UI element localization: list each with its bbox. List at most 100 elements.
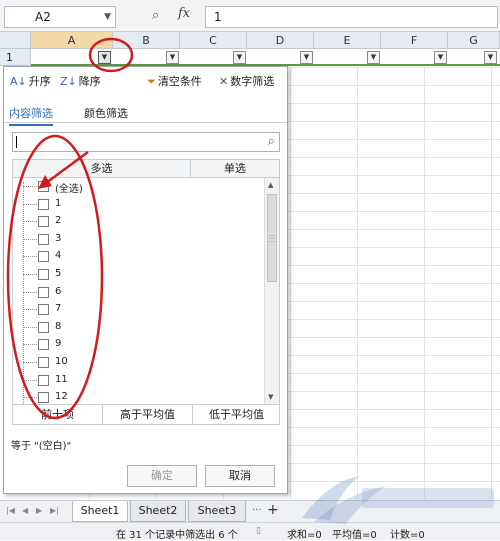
add-sheet-icon[interactable]: + <box>267 502 279 518</box>
column-header-b[interactable]: B <box>113 32 180 49</box>
checkbox[interactable] <box>38 216 49 228</box>
list-item-label: 5 <box>55 268 62 279</box>
list-item[interactable]: 6 <box>13 284 263 302</box>
filter-button-f[interactable]: ▼ <box>434 51 447 64</box>
number-filter-label: 数字筛选 <box>230 75 275 88</box>
average-status: 平均值=0 <box>332 530 377 541</box>
list-item[interactable]: 7 <box>13 301 263 319</box>
list-item[interactable]: 5 <box>13 266 263 284</box>
column-header-c[interactable]: C <box>180 32 247 49</box>
checkbox[interactable] <box>38 304 49 316</box>
list-item-label: 1 <box>55 197 62 209</box>
magnifier-icon[interactable]: ⌕ <box>152 8 159 23</box>
next-sheet-icon[interactable]: ▶ <box>36 506 42 515</box>
list-item[interactable]: 1 <box>13 196 263 214</box>
list-item[interactable]: 8 <box>13 319 263 337</box>
list-item-label: 11 <box>55 373 68 385</box>
single-select-column[interactable]: 单选 <box>191 160 279 177</box>
list-item[interactable]: 3 <box>13 231 263 249</box>
multi-select-column[interactable]: 多选 <box>13 160 191 177</box>
condition-summary: 等于 "(空白)" <box>11 441 72 452</box>
checkbox[interactable] <box>38 269 49 280</box>
row-header-1[interactable]: 1 <box>0 49 31 66</box>
list-item[interactable]: 9 <box>13 336 263 354</box>
more-sheets-icon[interactable]: ··· <box>252 505 262 516</box>
filter-button-g[interactable]: ▼ <box>484 51 497 64</box>
checkbox[interactable] <box>38 374 49 386</box>
checkbox[interactable] <box>38 181 49 192</box>
clear-filter-button[interactable]: ⏷ 清空条件 <box>147 73 202 89</box>
list-item[interactable]: 4 <box>13 248 263 266</box>
filter-status: 在 31 个记录中筛选出 6 个 <box>116 530 238 541</box>
list-item-label: 3 <box>55 232 62 244</box>
column-header-e[interactable]: E <box>314 32 381 49</box>
sheet-tab-sheet1[interactable]: Sheet1 <box>72 501 128 522</box>
grip-icon: — — — <box>269 232 275 245</box>
sum-status: 求和=0 <box>287 530 322 541</box>
search-icon[interactable]: ⌕ <box>268 134 275 149</box>
formula-value: 1 <box>214 10 222 24</box>
list-item[interactable]: 12 <box>13 389 263 404</box>
list-item-select-all[interactable]: (全选) <box>13 178 263 196</box>
clear-filter-label: 清空条件 <box>157 75 202 88</box>
checkbox[interactable] <box>38 251 49 263</box>
list-item-label: 8 <box>55 320 62 332</box>
checkbox[interactable] <box>38 392 49 404</box>
filter-button-c[interactable]: ▼ <box>233 51 246 64</box>
first-sheet-icon[interactable]: |◀ <box>6 506 15 515</box>
tab-color-filter[interactable]: 颜色筛选 <box>84 105 128 121</box>
sort-descending-button[interactable]: Z↓ 降序 <box>60 73 101 89</box>
sheet-tab-sheet2[interactable]: Sheet2 <box>130 501 186 522</box>
formula-bar: A2 ▼ ⌕ fx 1 <box>0 0 500 32</box>
sheet-tab-sheet3[interactable]: Sheet3 <box>188 501 246 522</box>
column-header-f[interactable]: F <box>381 32 448 49</box>
checkbox[interactable] <box>38 198 49 210</box>
list-item[interactable]: 2 <box>13 213 263 231</box>
select-all-corner[interactable] <box>0 32 31 49</box>
scroll-up-icon[interactable]: ▲ <box>268 181 273 189</box>
filter-button-e[interactable]: ▼ <box>367 51 380 64</box>
list-item-label: 9 <box>55 338 62 350</box>
checkbox[interactable] <box>38 233 49 245</box>
top-ten-button[interactable]: 前十项 <box>13 405 103 424</box>
list-item[interactable]: 11 <box>13 372 263 390</box>
list-item-label: 6 <box>55 285 62 297</box>
column-header-g[interactable]: G <box>448 32 500 49</box>
column-header-a[interactable]: A <box>31 32 113 49</box>
name-box[interactable]: A2 ▼ <box>4 6 116 28</box>
filter-button-b[interactable]: ▼ <box>166 51 179 64</box>
list-item-label: 7 <box>55 303 62 315</box>
list-item[interactable]: 10 <box>13 354 263 372</box>
below-average-button[interactable]: 低于平均值 <box>193 405 280 424</box>
scroll-down-icon[interactable]: ▼ <box>268 393 273 401</box>
list-item-label: 2 <box>55 215 62 227</box>
fx-icon[interactable]: fx <box>178 6 190 21</box>
prev-sheet-icon[interactable]: ◀ <box>22 506 28 515</box>
filter-button-d[interactable]: ▼ <box>300 51 313 64</box>
number-filter-button[interactable]: ✕ 数字筛选 <box>219 73 274 89</box>
cancel-button[interactable]: 取消 <box>205 465 275 487</box>
document-icon: ▯ <box>256 526 261 536</box>
quick-filter-row: 前十项 高于平均值 低于平均值 <box>12 405 280 425</box>
filter-search-input[interactable]: ⌕ <box>12 132 280 152</box>
sort-ascending-icon: A↓ <box>10 75 27 88</box>
sort-descending-label: 降序 <box>78 75 101 88</box>
checkbox[interactable] <box>38 339 49 351</box>
filter-button-a[interactable]: ▼ <box>98 51 111 64</box>
tab-content-filter[interactable]: 内容筛选 <box>9 105 53 126</box>
ok-button[interactable]: 确定 <box>127 465 197 487</box>
above-average-button[interactable]: 高于平均值 <box>103 405 193 424</box>
sort-descending-icon: Z↓ <box>60 75 77 88</box>
list-item-label: 12 <box>55 391 68 403</box>
chevron-down-icon[interactable]: ▼ <box>104 12 111 22</box>
formula-input[interactable]: 1 <box>205 6 498 28</box>
checkbox[interactable] <box>38 321 49 333</box>
last-sheet-icon[interactable]: ▶| <box>50 506 59 515</box>
sort-ascending-label: 升序 <box>28 75 51 88</box>
column-header-d[interactable]: D <box>247 32 314 49</box>
filter-toolbar: A↓ 升序 Z↓ 降序 ⏷ 清空条件 ✕ 数字筛选 <box>4 67 287 93</box>
sort-ascending-button[interactable]: A↓ 升序 <box>10 73 51 89</box>
checkbox[interactable] <box>38 357 49 368</box>
list-scrollbar[interactable]: ▲ — — — ▼ <box>264 178 279 404</box>
checkbox[interactable] <box>38 286 49 298</box>
